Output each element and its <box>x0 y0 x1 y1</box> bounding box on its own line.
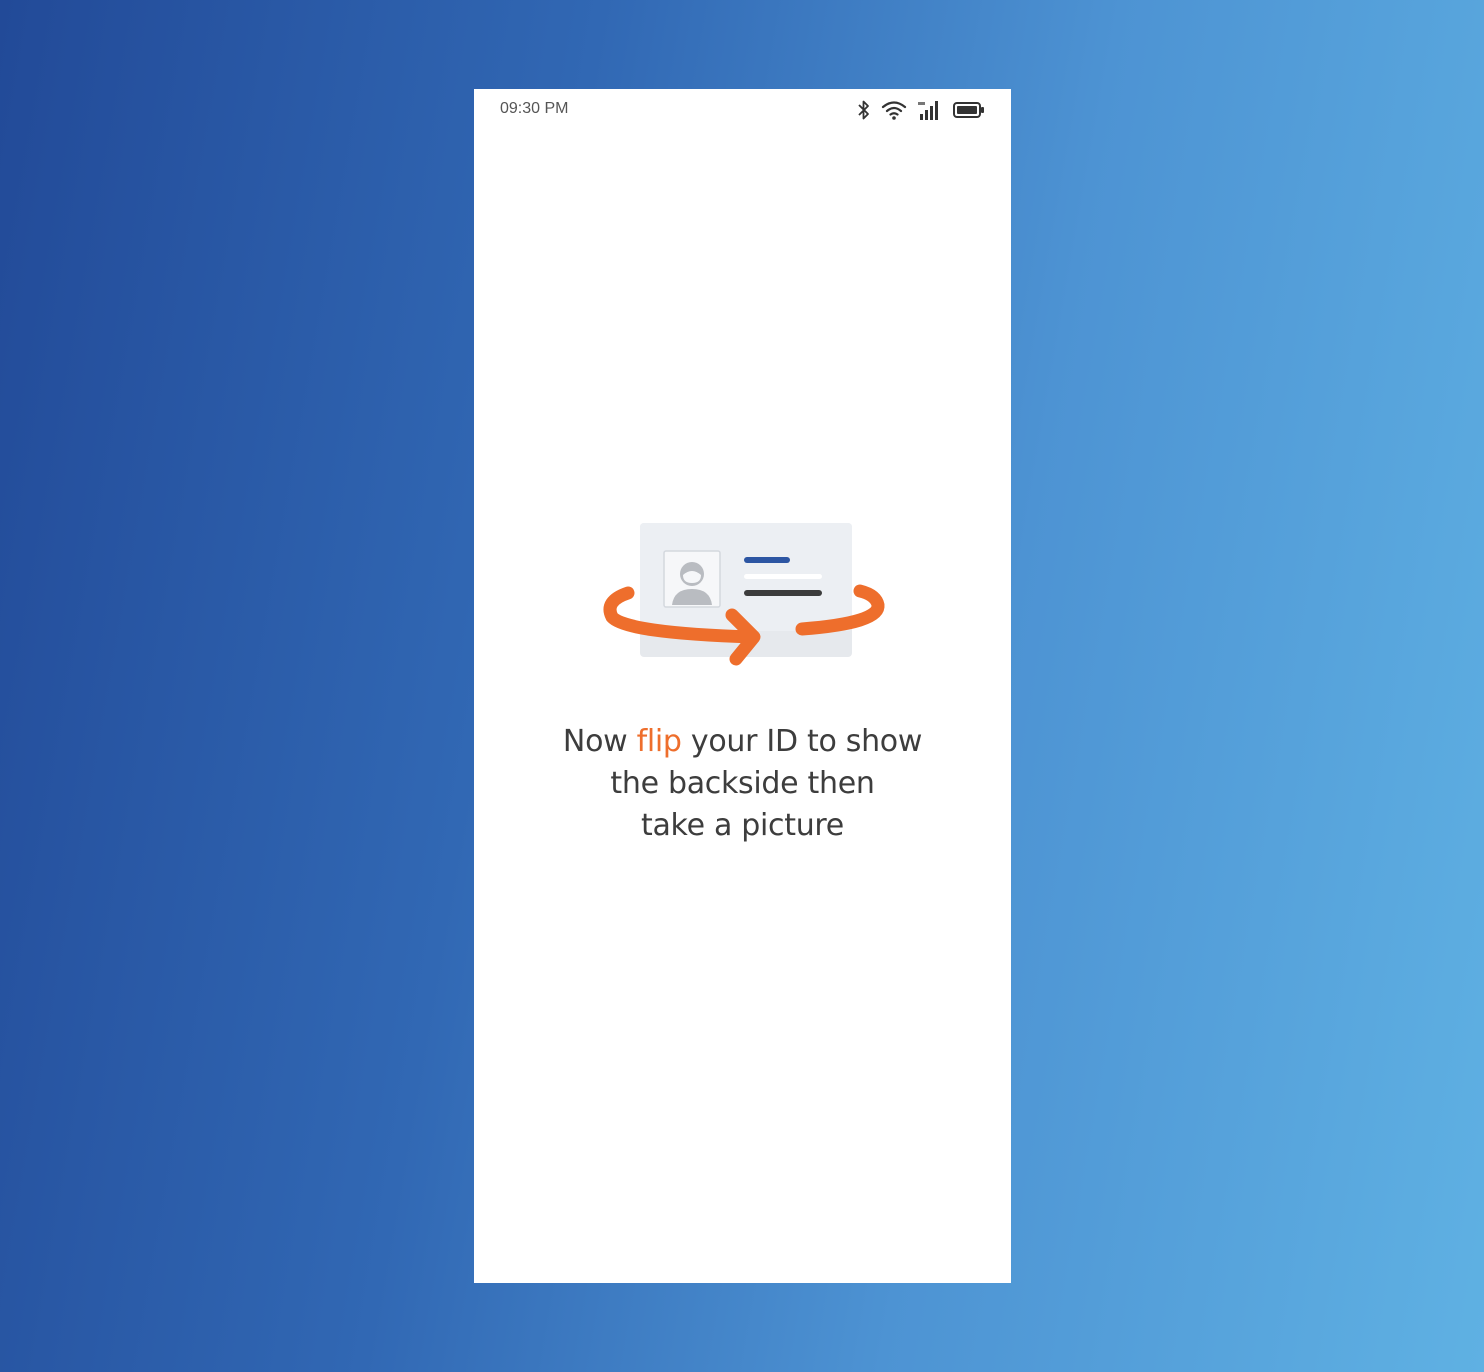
instruction-text: Now flip your ID to show the backside th… <box>514 721 971 847</box>
battery-icon <box>953 102 984 118</box>
id-card-flip-illustration <box>603 523 885 666</box>
phone-screen: 09:30 PM Now flip your ID to show the ba… <box>474 89 1011 1283</box>
card-line-dark <box>744 590 822 596</box>
status-bar: 09:30 PM <box>474 89 1011 131</box>
status-icons <box>857 97 985 123</box>
wifi-icon <box>881 101 907 120</box>
avatar-icon <box>663 550 721 608</box>
status-time: 09:30 PM <box>500 100 569 117</box>
card-line-light <box>744 574 822 579</box>
instruction-line-3: take a picture <box>641 808 844 843</box>
instruction-highlight: flip <box>636 724 682 759</box>
instruction-line-1: Now flip your ID to show <box>562 724 923 759</box>
instruction-line-2: the backside then <box>610 766 875 801</box>
signal-icon <box>918 101 938 120</box>
bluetooth-icon <box>858 100 869 120</box>
card-line-accent <box>744 557 790 563</box>
